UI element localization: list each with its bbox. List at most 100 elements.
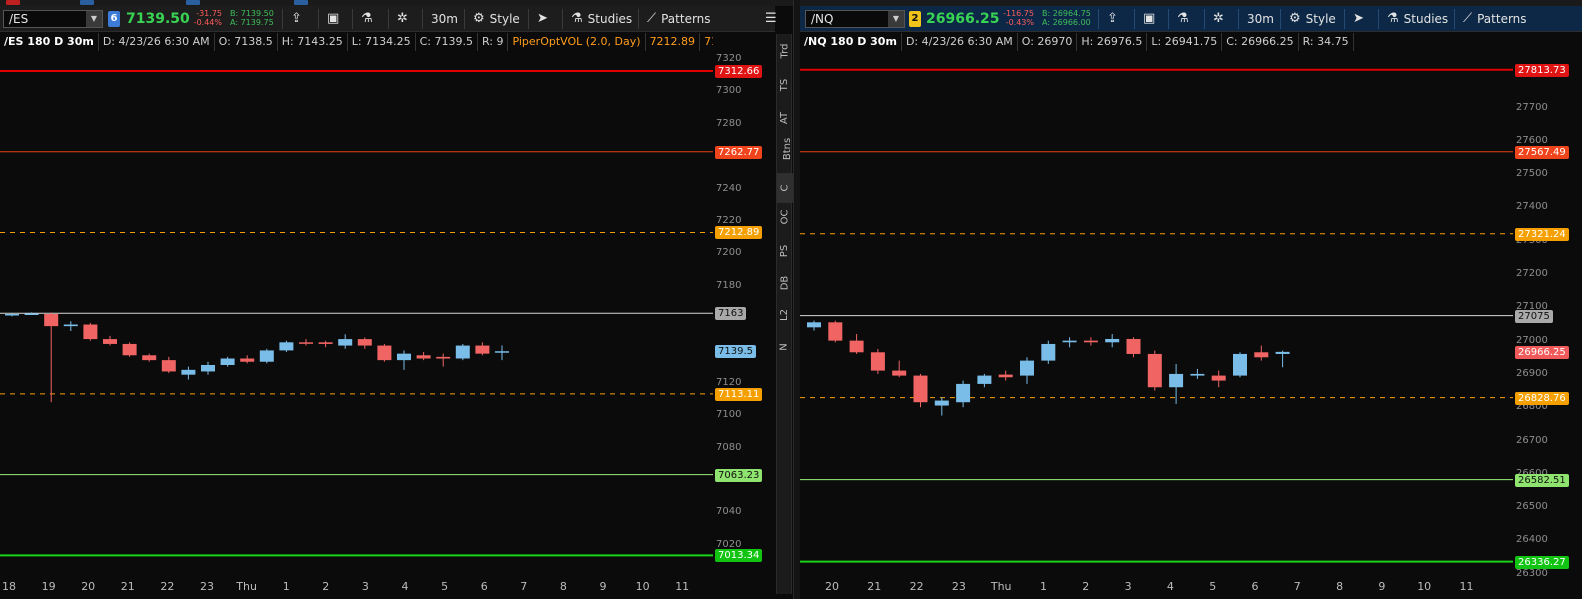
candle-body[interactable] <box>357 339 372 346</box>
price-level-tag[interactable]: 7013.34 <box>715 549 763 563</box>
study-name[interactable]: PiperOptVOL (2.0, Day) <box>508 33 646 51</box>
candle-body[interactable] <box>397 353 411 361</box>
candle-body[interactable] <box>259 350 274 362</box>
candle-body[interactable] <box>63 324 78 327</box>
studies-button[interactable]: ⚗ Studies <box>1378 9 1452 29</box>
candle-body[interactable] <box>5 314 19 316</box>
price-level-tag[interactable]: 7163 <box>715 307 747 321</box>
side-tab-btns[interactable]: Btns <box>777 134 793 164</box>
menu-button[interactable]: ☰ <box>765 9 781 29</box>
candle-body[interactable] <box>122 343 137 356</box>
price-chart-svg[interactable] <box>0 51 713 577</box>
style-button[interactable]: ⚙ Style <box>1280 9 1342 29</box>
price-level-tag[interactable]: 27567.49 <box>1515 145 1569 159</box>
candle-body[interactable] <box>1062 340 1077 343</box>
candle-body[interactable] <box>416 355 431 359</box>
link-group-badge[interactable]: 6 <box>108 11 120 27</box>
side-tab-oc[interactable]: OC <box>777 202 793 232</box>
price-axis[interactable]: 2630026400265002660026700268002690027000… <box>1513 32 1575 579</box>
candle-body[interactable] <box>956 383 971 403</box>
candle-body[interactable] <box>1233 353 1247 376</box>
candle-body[interactable] <box>161 360 176 372</box>
share-button[interactable]: ⇪ <box>1098 9 1132 29</box>
timeframe-button[interactable]: 30m <box>422 9 462 29</box>
cursor-button[interactable]: ➤ <box>528 9 560 29</box>
settings-button[interactable]: ✲ <box>388 9 420 29</box>
flexible-grid-button[interactable]: ▣ <box>318 9 350 29</box>
price-level-tag[interactable]: 26966.25 <box>1515 345 1569 359</box>
symbol-selector[interactable]: /NQ ▼ <box>805 10 905 28</box>
side-tab-trd[interactable]: Trd <box>777 36 793 66</box>
candle-body[interactable] <box>455 345 470 359</box>
candle-body[interactable] <box>83 324 98 340</box>
price-level-tag[interactable]: 27813.73 <box>1515 63 1569 77</box>
candle-body[interactable] <box>24 313 39 316</box>
price-plot[interactable] <box>0 51 713 577</box>
candle-body[interactable] <box>1147 353 1162 388</box>
candle-body[interactable] <box>220 358 235 365</box>
candle-body[interactable] <box>1083 340 1098 343</box>
candle-body[interactable] <box>870 352 885 371</box>
candle-body[interactable] <box>1126 338 1141 354</box>
candle-body[interactable] <box>892 370 907 376</box>
candle-body[interactable] <box>807 322 821 328</box>
side-tab-l2[interactable]: L2 <box>777 300 793 330</box>
candle-body[interactable] <box>1190 373 1205 376</box>
chevron-down-icon[interactable]: ▼ <box>888 11 904 27</box>
candle-body[interactable] <box>103 339 117 344</box>
price-level-tag[interactable]: 26828.76 <box>1515 391 1569 405</box>
price-level-tag[interactable]: 27075 <box>1515 309 1553 323</box>
price-level-tag[interactable]: 26582.51 <box>1515 473 1569 487</box>
candle-body[interactable] <box>475 345 490 354</box>
cursor-button[interactable]: ➤ <box>1344 9 1376 29</box>
candle-body[interactable] <box>1041 343 1056 361</box>
candle-body[interactable] <box>338 339 353 346</box>
candle-body[interactable] <box>913 375 928 403</box>
side-tab-ts[interactable]: TS <box>777 70 793 100</box>
price-plot[interactable] <box>800 51 1513 577</box>
side-tab-n[interactable]: N <box>777 332 793 362</box>
price-level-tag[interactable]: 7212.89 <box>715 226 763 240</box>
patterns-button[interactable]: ⟋ Patterns <box>638 9 718 29</box>
chevron-down-icon[interactable]: ▼ <box>86 11 102 27</box>
candle-body[interactable] <box>1211 375 1226 381</box>
symbol-selector[interactable]: /ES ▼ <box>3 10 103 28</box>
link-group-badge[interactable]: 2 <box>909 11 921 27</box>
candle-body[interactable] <box>977 375 992 384</box>
style-button[interactable]: ⚙ Style <box>464 9 526 29</box>
studies-button[interactable]: ⚗ Studies <box>562 9 636 29</box>
price-chart-svg[interactable] <box>800 51 1513 577</box>
price-level-tag[interactable]: 7139.5 <box>715 345 756 359</box>
price-level-tag[interactable]: 7312.66 <box>715 64 763 78</box>
candle-body[interactable] <box>828 322 843 341</box>
price-level-tag[interactable]: 7113.11 <box>715 387 763 401</box>
side-tab-at[interactable]: AT <box>777 103 793 133</box>
candle-body[interactable] <box>1254 352 1269 358</box>
price-level-tag[interactable]: 26336.27 <box>1515 555 1569 569</box>
patterns-button[interactable]: ⟋ Patterns <box>1454 9 1534 29</box>
candle-body[interactable] <box>1105 338 1120 343</box>
candle-body[interactable] <box>436 356 451 359</box>
candle-body[interactable] <box>201 364 215 372</box>
time-axis[interactable]: 20 21 22 23 Thu 1 2 3 4 5 6 7 8 9 10 11 <box>800 577 1513 599</box>
share-button[interactable]: ⇪ <box>282 9 316 29</box>
side-tab-db[interactable]: DB <box>777 268 793 298</box>
lab-button[interactable]: ⚗ <box>352 9 386 29</box>
lab-button[interactable]: ⚗ <box>1168 9 1202 29</box>
candle-body[interactable] <box>279 342 294 351</box>
candle-body[interactable] <box>495 351 509 353</box>
candle-body[interactable] <box>318 342 333 344</box>
candle-body[interactable] <box>240 358 255 362</box>
candle-body[interactable] <box>142 355 157 361</box>
candle-body[interactable] <box>934 400 949 406</box>
candle-body[interactable] <box>44 314 59 327</box>
candle-body[interactable] <box>299 342 313 344</box>
timeframe-button[interactable]: 30m <box>1238 9 1278 29</box>
side-tab-ps[interactable]: PS <box>777 236 793 266</box>
candle-body[interactable] <box>1169 373 1184 388</box>
price-level-tag[interactable]: 27321.24 <box>1515 227 1569 241</box>
price-level-tag[interactable]: 7262.77 <box>715 145 763 159</box>
side-tab-c[interactable]: C <box>777 173 793 203</box>
candle-body[interactable] <box>377 345 392 361</box>
candle-body[interactable] <box>181 369 196 375</box>
